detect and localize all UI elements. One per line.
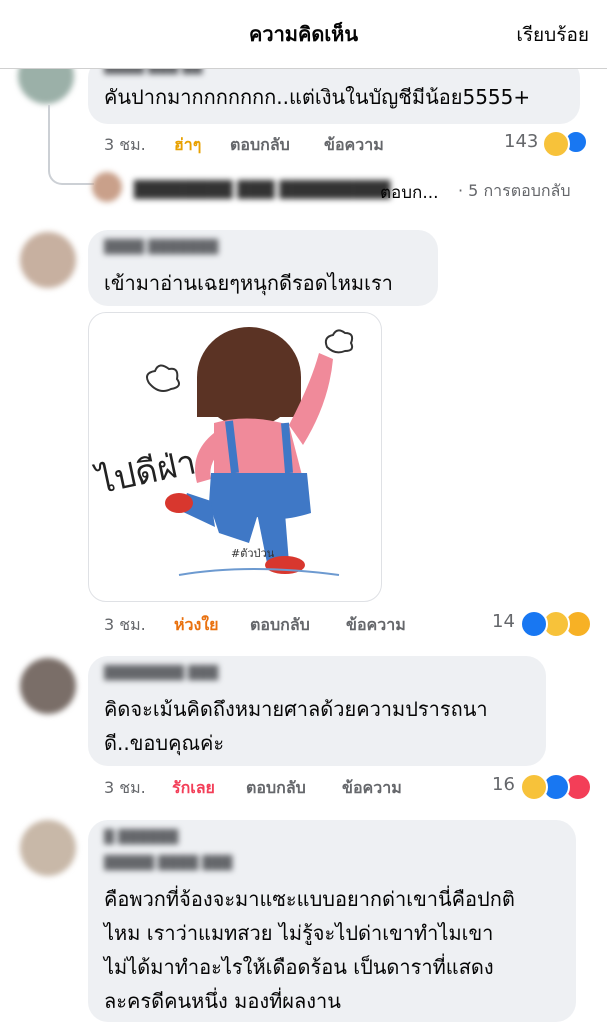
comment-text-line: คิดจะเม้นคิดถึงหมายศาลด้วยความปรารถนา [104,697,488,721]
comment-text-line: ละครดีคนหนึ่ง มองที่ผลงาน [104,989,341,1013]
haha-icon [542,130,570,158]
avatar[interactable] [20,232,76,288]
reply-link[interactable]: ตอบกลับ [250,613,310,638]
comment-text: คันปากมากกกกกกก..แต่เงินในบัญชีมีน้อย555… [104,85,531,109]
comment-bubble[interactable]: ████ ███████ เข้ามาอ่านเฉยๆหนุกดีรอดไหมเ… [88,230,438,306]
comment-time: 3 ชม. [104,778,146,797]
sticker-image[interactable]: ไปดีฝ่า #ตัวป่วน [88,312,382,602]
comment-bubble[interactable]: █ ██████ █████ ████ ███ คือพวกที่จ้องจะม… [88,820,576,1022]
header: ความคิดเห็น เรียบร้อย [0,0,607,69]
message-link[interactable]: ข้อความ [346,613,406,638]
reaction-label[interactable]: รักเลย [172,776,215,801]
sticker-tag: #ตัวป่วน [231,547,275,560]
comment-time: 3 ชม. [104,615,146,634]
avatar[interactable] [20,820,76,876]
commenter-name[interactable]: ████████ ███ [104,666,218,681]
comment-text-line: ดี..ขอบคุณค่ะ [104,731,225,755]
comment-text: เข้ามาอ่านเฉยๆหนุกดีรอดไหมเรา [104,271,393,295]
comment-text-line: ไหม เราว่าแมทสวย ไม่รู้จะไปด่าเขาทำไมเขา [104,921,494,945]
reaction-count[interactable]: 14 [492,611,515,632]
haha-icon [520,773,548,801]
commenter-name[interactable]: ████ ███████ [104,240,218,255]
done-button[interactable]: เรียบร้อย [516,20,589,50]
reaction-count[interactable]: 16 [492,774,515,795]
commenter-name[interactable]: █ ██████ [104,830,178,845]
comment-text-line: ไม่ได้มาทำอะไรให้เดือดร้อน เป็นดาราที่แส… [104,955,494,979]
reaction-label[interactable]: ห่วงใย [174,613,219,638]
message-link[interactable]: ข้อความ [342,776,402,801]
reply-preview[interactable]: ตอบก... [380,179,439,206]
comment-bubble[interactable]: ████████ ███ คิดจะเม้นคิดถึงหมายศาลด้วยค… [88,656,546,766]
message-link[interactable]: ข้อความ [324,133,384,158]
reply-count-link[interactable]: · 5 การตอบกลับ [458,179,571,204]
comment-time: 3 ชม. [104,135,146,154]
reaction-label[interactable]: ฮ่าๆ [174,133,201,158]
sticker-drawing: ไปดีฝ่า #ตัวป่วน [91,327,354,576]
reply-link[interactable]: ตอบกลับ [246,776,306,801]
reply-link[interactable]: ตอบกลับ [230,133,290,158]
reply-thread-line [48,105,94,185]
reaction-count[interactable]: 143 [504,131,538,152]
avatar[interactable] [20,658,76,714]
reply-avatar[interactable] [92,172,122,202]
commenter-name[interactable]: █████ ████ ███ [104,856,232,871]
reply-author-name[interactable]: ████████ ███ █████████ [134,180,390,199]
like-icon [520,610,548,638]
comment-text-line: คือพวกที่จ้องจะมาแซะแบบอยากด่าเขานี่คือป… [104,887,515,911]
